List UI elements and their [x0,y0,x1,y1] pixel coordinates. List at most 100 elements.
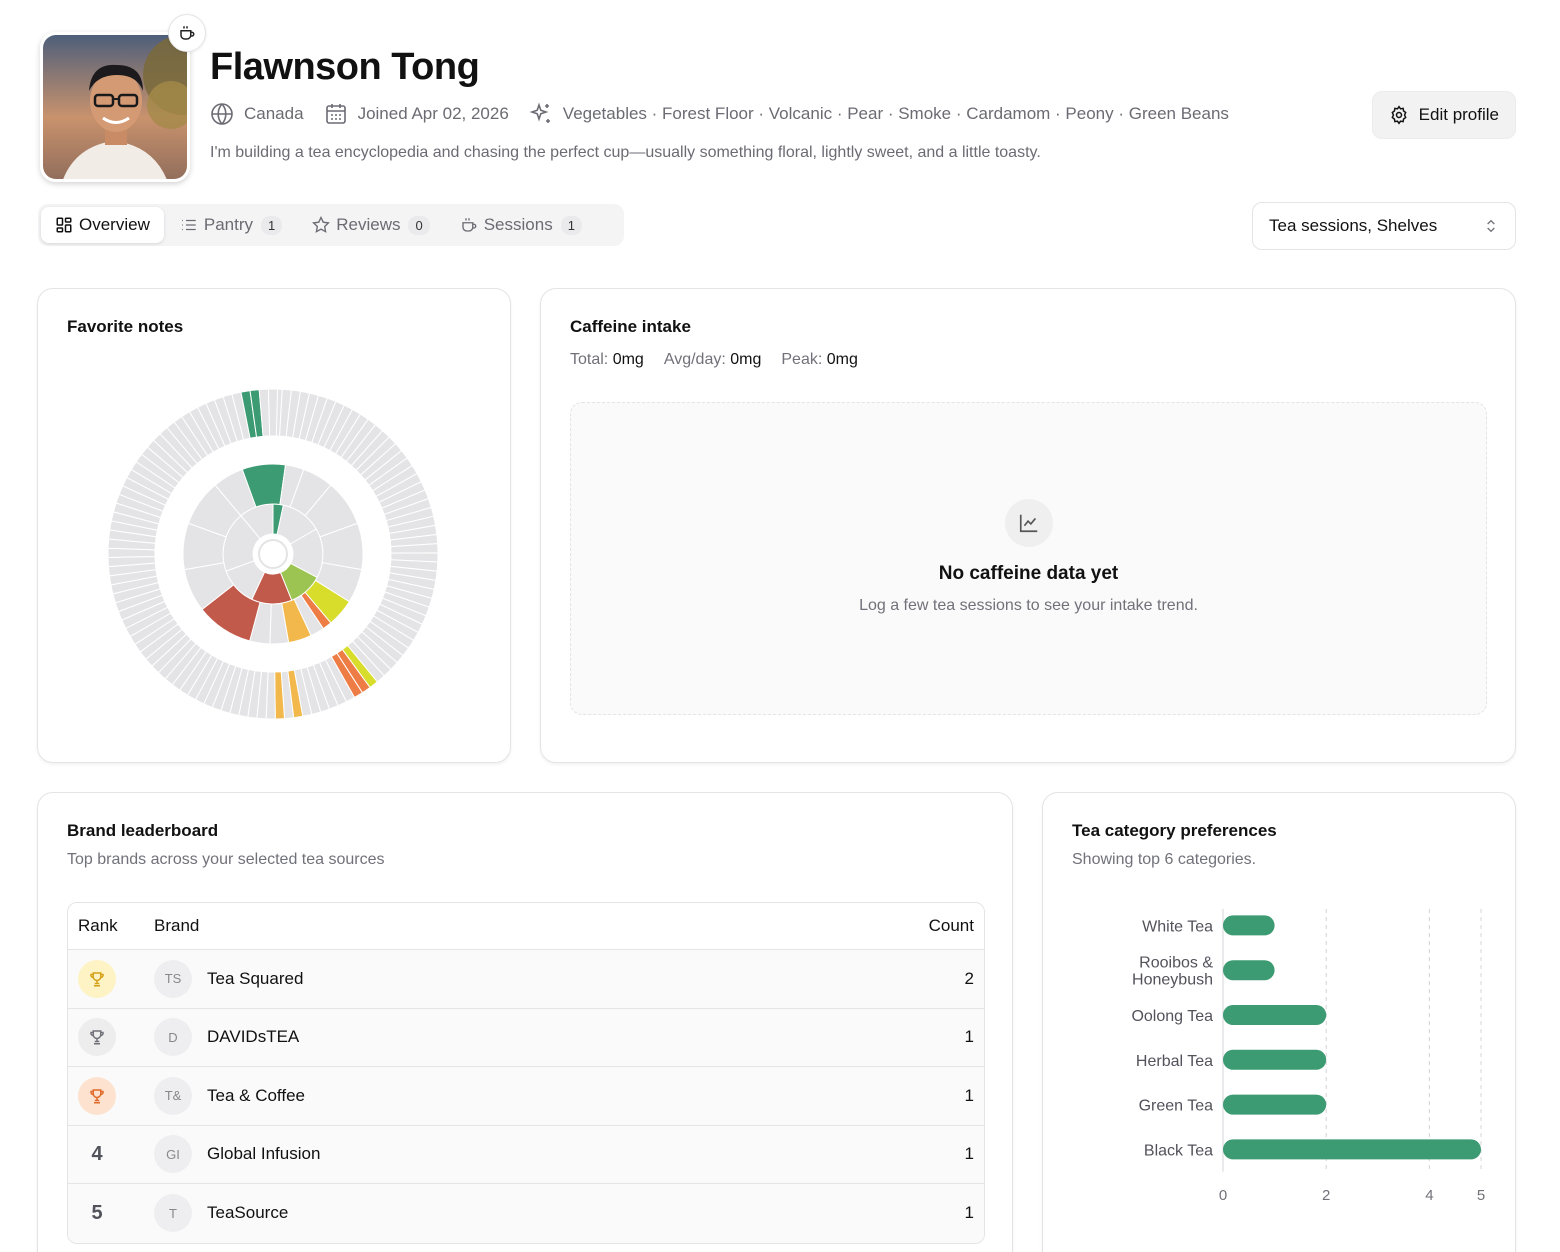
card-title: Brand leaderboard [67,821,219,840]
avatar-photo [43,35,187,179]
card-title: Favorite notes [67,317,184,336]
tab-reviews[interactable]: Reviews 0 [298,207,443,243]
category-bar[interactable] [1223,1139,1481,1160]
header-count: Count [928,916,974,935]
brand-name[interactable]: DAVIDsTEA [207,1027,299,1047]
notes-sunburst-chart [107,388,439,720]
brand-name[interactable]: Global Infusion [207,1144,320,1164]
table-row[interactable]: T& Tea & Coffee 1 [68,1067,984,1126]
rank-number: 5 [91,1201,103,1224]
grid-icon [56,217,72,233]
sparkles-icon [529,102,550,123]
rank-cell [68,1018,154,1057]
card-title: Caffeine intake [570,317,691,336]
stat-total: Total: 0mg [570,351,644,369]
location-text: Canada [244,104,304,123]
table-row[interactable]: D DAVIDsTEA 1 [68,1008,984,1067]
brand-name[interactable]: Tea Squared [207,969,303,989]
header-rank: Rank [78,916,118,935]
card-subtitle: Showing top 6 categories. [1072,851,1257,868]
avatar [40,32,190,182]
trophy-icon [90,1030,104,1045]
profile-meta: Canada Joined Apr 02, 2026 Vegetables · … [210,102,1249,126]
tab-label: Reviews [336,215,401,234]
x-tick-label: 2 [1322,1187,1330,1204]
brand-initials: T [154,1194,192,1233]
brand-name[interactable]: TeaSource [207,1203,288,1223]
brand-name[interactable]: Tea & Coffee [207,1086,305,1106]
joined-text: Joined Apr 02, 2026 [357,104,509,123]
meta-location: Canada [210,102,304,126]
tab-count: 1 [261,215,283,235]
x-tick-label: 4 [1425,1187,1433,1204]
category-label: Black Tea [1144,1142,1213,1159]
tab-count: 0 [408,215,430,235]
tab-count: 1 [560,215,582,235]
avatar-badge[interactable] [168,14,206,52]
brand-cell: T& Tea & Coffee [154,1076,864,1115]
cup-icon [462,218,477,232]
brand-initials: T& [154,1076,192,1115]
stat-peak: Peak: 0mg [781,351,858,369]
meta-joined: Joined Apr 02, 2026 [324,102,509,126]
rank-cell: 4 [68,1143,154,1166]
profile-header: Flawnson Tong Canada Joined Apr 02, 2026… [40,14,1520,190]
stat-value: 0mg [612,351,644,368]
sunburst-outer-segment [267,388,279,437]
category-bar[interactable] [1223,1005,1327,1025]
category-bar[interactable] [1223,1049,1327,1070]
calendar-icon [325,104,346,124]
tab-overview[interactable]: Overview [41,207,164,243]
table-header: Rank Brand Count [68,903,984,950]
category-bar-chart: 0 2 4 5 White Tea Rooibos & Honeybush Oolong Te… [1131,909,1485,1204]
category-preferences-card: Tea category preferences Showing top 6 c… [1042,792,1516,1252]
caffeine-stats: Total: 0mg Avg/day: 0mg Peak: 0mg [570,351,878,369]
edit-profile-button[interactable]: Edit profile [1371,91,1516,139]
rank-medal-silver [78,1018,116,1057]
category-bar[interactable] [1223,1094,1327,1115]
notes-text: Vegetables · Forest Floor · Volcanic · P… [562,104,1229,123]
source-select-value: Tea sessions, Shelves [1269,216,1438,235]
cup-icon [180,26,195,40]
rank-medal-bronze [78,1076,116,1115]
tab-pantry[interactable]: Pantry 1 [166,207,296,243]
rank-cell [68,959,154,998]
source-select[interactable]: Tea sessions, Shelves [1252,202,1516,250]
tab-label: Sessions [483,215,553,234]
x-tick-label: 5 [1477,1187,1485,1204]
favorite-notes-card: Favorite notes [37,288,511,763]
stat-value: 0mg [826,351,858,368]
chevrons-up-down-icon [1487,219,1495,233]
brand-leaderboard-card: Brand leaderboard Top brands across your… [37,792,1013,1252]
category-bar[interactable] [1223,915,1275,936]
rank-medal-gold [78,959,116,998]
header-brand: Brand [154,916,200,935]
table-row[interactable]: TS Tea Squared 2 [68,950,984,1009]
count-cell: 1 [964,1085,974,1105]
category-bar[interactable] [1223,960,1275,981]
count-cell: 1 [964,1027,974,1047]
brand-cell: D DAVIDsTEA [154,1018,864,1057]
sunburst-center [258,539,288,569]
profile-bio: I'm building a tea encyclopedia and chas… [210,144,1041,161]
trophy-icon [90,1089,104,1104]
count-cell: 2 [964,968,974,988]
line-chart-icon [1019,514,1038,533]
brand-cell: GI Global Infusion [154,1135,864,1174]
profile-tabs: Overview Pantry 1 Reviews 0 Sessions 1 [38,204,624,246]
table-row[interactable]: 4 GI Global Infusion 1 [68,1125,984,1184]
category-label: Rooibos & Honeybush [1132,955,1213,989]
edit-profile-label: Edit profile [1418,105,1499,124]
rank-cell: 5 [68,1202,154,1225]
table-row[interactable]: 5 T TeaSource 1 [68,1184,984,1243]
caffeine-empty-state: No caffeine data yet Log a few tea sessi… [570,402,1487,715]
tab-sessions[interactable]: Sessions 1 [446,207,596,243]
caffeine-card: Caffeine intake Total: 0mg Avg/day: 0mg … [540,288,1516,763]
empty-icon-wrap [1005,499,1053,547]
count-cell: 1 [964,1144,974,1164]
tab-label: Overview [79,215,150,234]
empty-title: No caffeine data yet [938,563,1119,584]
card-title: Tea category preferences [1072,821,1277,840]
tab-label: Pantry [203,215,253,234]
brand-initials: D [154,1018,192,1057]
